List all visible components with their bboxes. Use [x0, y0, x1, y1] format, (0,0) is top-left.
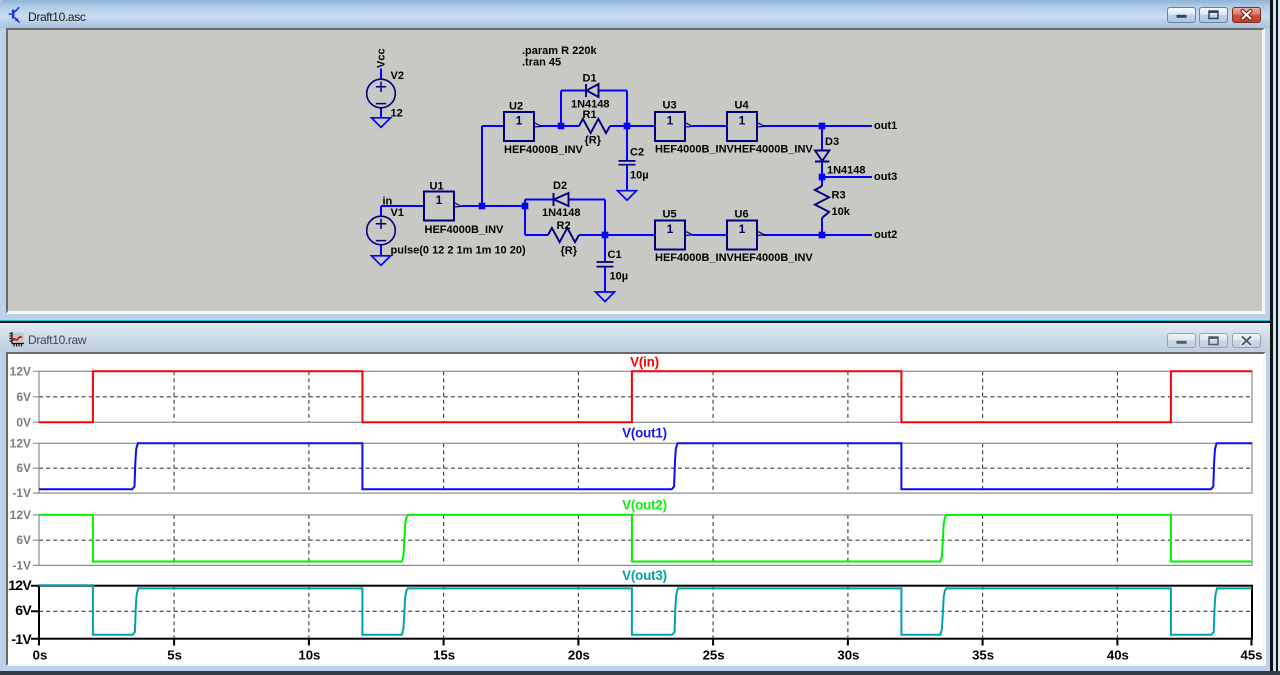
svg-text:out3: out3: [874, 171, 897, 183]
svg-text:V2: V2: [391, 70, 404, 82]
svg-text:U6: U6: [735, 209, 749, 221]
svg-text:1: 1: [516, 114, 523, 128]
svg-text:30s: 30s: [837, 648, 859, 663]
svg-text:U4: U4: [735, 100, 750, 112]
svg-text:1N4148: 1N4148: [827, 165, 866, 177]
svg-text:1: 1: [667, 222, 674, 236]
svg-text:V(out2): V(out2): [622, 497, 667, 512]
svg-text:V1: V1: [391, 207, 404, 219]
svg-text:10k: 10k: [832, 206, 851, 218]
svg-text:45s: 45s: [1240, 648, 1261, 663]
svg-text:10s: 10s: [298, 648, 320, 663]
svg-text:HEF4000B_INVHEF4000B_INV: HEF4000B_INVHEF4000B_INV: [655, 144, 813, 156]
svg-text:U2: U2: [509, 101, 523, 113]
svg-text:35s: 35s: [972, 648, 994, 663]
svg-text:.param R 220k: .param R 220k: [522, 45, 597, 57]
svg-text:{R}: {R}: [585, 135, 602, 147]
svg-text:{R}: {R}: [561, 245, 578, 257]
svg-text:V(out3): V(out3): [622, 568, 667, 583]
svg-text:HEF4000B_INV: HEF4000B_INV: [425, 224, 505, 236]
svg-text:1: 1: [739, 114, 746, 128]
svg-text:R2: R2: [557, 220, 571, 232]
svg-text:Vcc: Vcc: [376, 48, 388, 68]
svg-text:6V: 6V: [16, 533, 31, 547]
svg-text:HEF4000B_INV: HEF4000B_INV: [504, 144, 584, 156]
svg-text:10µ: 10µ: [610, 271, 629, 283]
svg-text:1N4148: 1N4148: [542, 207, 581, 219]
svg-text:1: 1: [667, 114, 674, 128]
svg-text:pulse(0 12 2 1m 1m 10 20): pulse(0 12 2 1m 1m 10 20): [391, 245, 526, 257]
svg-text:out1: out1: [874, 120, 897, 132]
svg-text:-1V: -1V: [12, 558, 31, 572]
svg-text:.tran 45: .tran 45: [522, 57, 561, 69]
svg-text:6V: 6V: [15, 602, 32, 618]
svg-text:0s: 0s: [33, 648, 48, 663]
svg-text:-1V: -1V: [11, 631, 32, 647]
svg-text:12: 12: [391, 108, 403, 120]
svg-text:D1: D1: [583, 73, 597, 85]
svg-text:1: 1: [739, 222, 746, 236]
svg-text:6V: 6V: [16, 461, 31, 475]
svg-text:V(out1): V(out1): [622, 426, 667, 441]
svg-text:1: 1: [436, 193, 443, 207]
svg-text:C2: C2: [630, 147, 644, 159]
svg-text:12V: 12V: [10, 364, 31, 378]
svg-text:out2: out2: [874, 229, 897, 241]
svg-text:C1: C1: [608, 249, 622, 261]
svg-text:in: in: [383, 196, 393, 208]
svg-text:12V: 12V: [10, 436, 31, 450]
svg-text:-1V: -1V: [12, 486, 31, 500]
svg-text:D2: D2: [553, 180, 567, 192]
svg-text:12V: 12V: [8, 577, 32, 593]
svg-text:D3: D3: [825, 136, 839, 148]
svg-text:5s: 5s: [167, 648, 182, 663]
svg-text:U3: U3: [663, 100, 677, 112]
svg-text:20s: 20s: [568, 648, 590, 663]
svg-text:U1: U1: [430, 181, 444, 193]
svg-text:R3: R3: [832, 190, 846, 202]
svg-text:V(in): V(in): [630, 355, 659, 370]
svg-text:12V: 12V: [10, 508, 31, 522]
svg-text:10µ: 10µ: [630, 170, 649, 182]
svg-text:U5: U5: [663, 209, 677, 221]
svg-text:40s: 40s: [1107, 648, 1129, 663]
svg-text:15s: 15s: [433, 648, 455, 663]
svg-text:6V: 6V: [16, 390, 31, 404]
svg-text:HEF4000B_INVHEF4000B_INV: HEF4000B_INVHEF4000B_INV: [655, 252, 813, 264]
svg-text:25s: 25s: [703, 648, 725, 663]
svg-text:0V: 0V: [16, 415, 31, 429]
svg-text:R1: R1: [583, 109, 597, 121]
